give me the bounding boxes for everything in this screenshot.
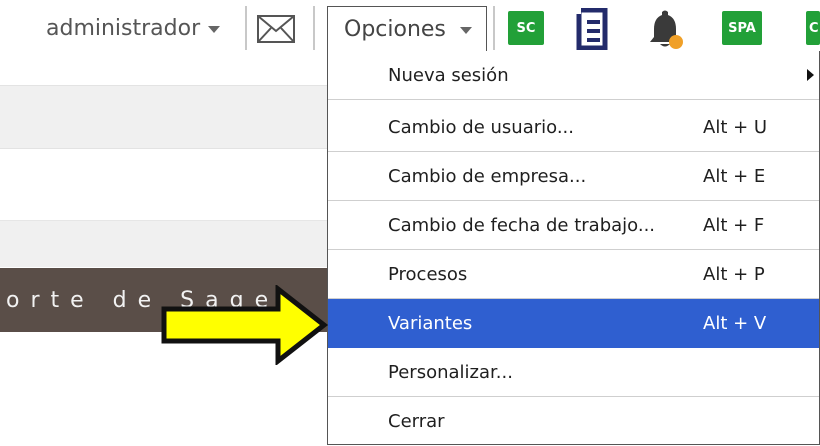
menu-item-cambio-fecha[interactable]: Cambio de fecha de trabajo... Alt + F: [328, 201, 819, 250]
page-section-strip: [0, 220, 335, 267]
chevron-down-icon: [459, 27, 472, 34]
menu-item-label: Nueva sesión: [388, 64, 509, 86]
menu-item-label: Cambio de usuario...: [388, 116, 575, 138]
menu-item-label: Cerrar: [388, 411, 445, 432]
menu-item-shortcut: Alt + U: [703, 116, 768, 138]
chevron-down-icon: [208, 25, 221, 33]
menu-item-label: Variantes: [388, 312, 473, 334]
menu-item-label: Personalizar...: [388, 361, 513, 383]
menu-item-shortcut: Alt + V: [703, 312, 767, 334]
menu-item-procesos[interactable]: Procesos Alt + P: [328, 250, 819, 299]
menu-item-variantes[interactable]: Variantes Alt + V: [328, 299, 819, 348]
user-menu[interactable]: administrador: [46, 10, 221, 46]
options-label: Opciones: [344, 17, 446, 42]
c-badge-label: C: [809, 20, 819, 36]
menu-item-label: Cambio de empresa...: [388, 165, 587, 187]
c-badge-button[interactable]: C: [806, 11, 820, 45]
divider: [313, 6, 315, 50]
sc-badge-button[interactable]: SC: [508, 11, 544, 45]
divider: [245, 6, 247, 50]
yellow-arrow-icon: [161, 285, 329, 365]
menu-item-cambio-empresa[interactable]: Cambio de empresa... Alt + E: [328, 152, 819, 201]
menu-item-label: Cambio de fecha de trabajo...: [388, 214, 656, 236]
options-dropdown-menu: Nueva sesión Cambio de usuario... Alt + …: [327, 51, 820, 445]
menu-item-label: Procesos: [388, 263, 468, 285]
menu-item-shortcut: Alt + F: [703, 214, 765, 236]
spa-badge-button[interactable]: SPA: [722, 11, 762, 45]
menu-item-personalizar[interactable]: Personalizar...: [328, 348, 819, 397]
menu-item-cerrar[interactable]: Cerrar: [328, 397, 819, 446]
chevron-right-icon: [807, 69, 814, 81]
menu-item-nueva-sesion[interactable]: Nueva sesión: [328, 51, 819, 100]
spa-badge-label: SPA: [728, 20, 756, 36]
document-e-icon[interactable]: [575, 8, 613, 50]
menu-item-shortcut: Alt + P: [703, 263, 765, 285]
page-toolbar-strip: [0, 85, 335, 149]
user-name: administrador: [46, 15, 201, 41]
divider: [493, 6, 495, 50]
menu-item-cambio-usuario[interactable]: Cambio de usuario... Alt + U: [328, 103, 819, 152]
envelope-icon[interactable]: [257, 15, 295, 43]
menu-item-shortcut: Alt + E: [703, 165, 766, 187]
sc-badge-label: SC: [516, 20, 536, 36]
options-menu-button[interactable]: Opciones: [327, 6, 487, 52]
bell-icon[interactable]: [645, 9, 685, 51]
